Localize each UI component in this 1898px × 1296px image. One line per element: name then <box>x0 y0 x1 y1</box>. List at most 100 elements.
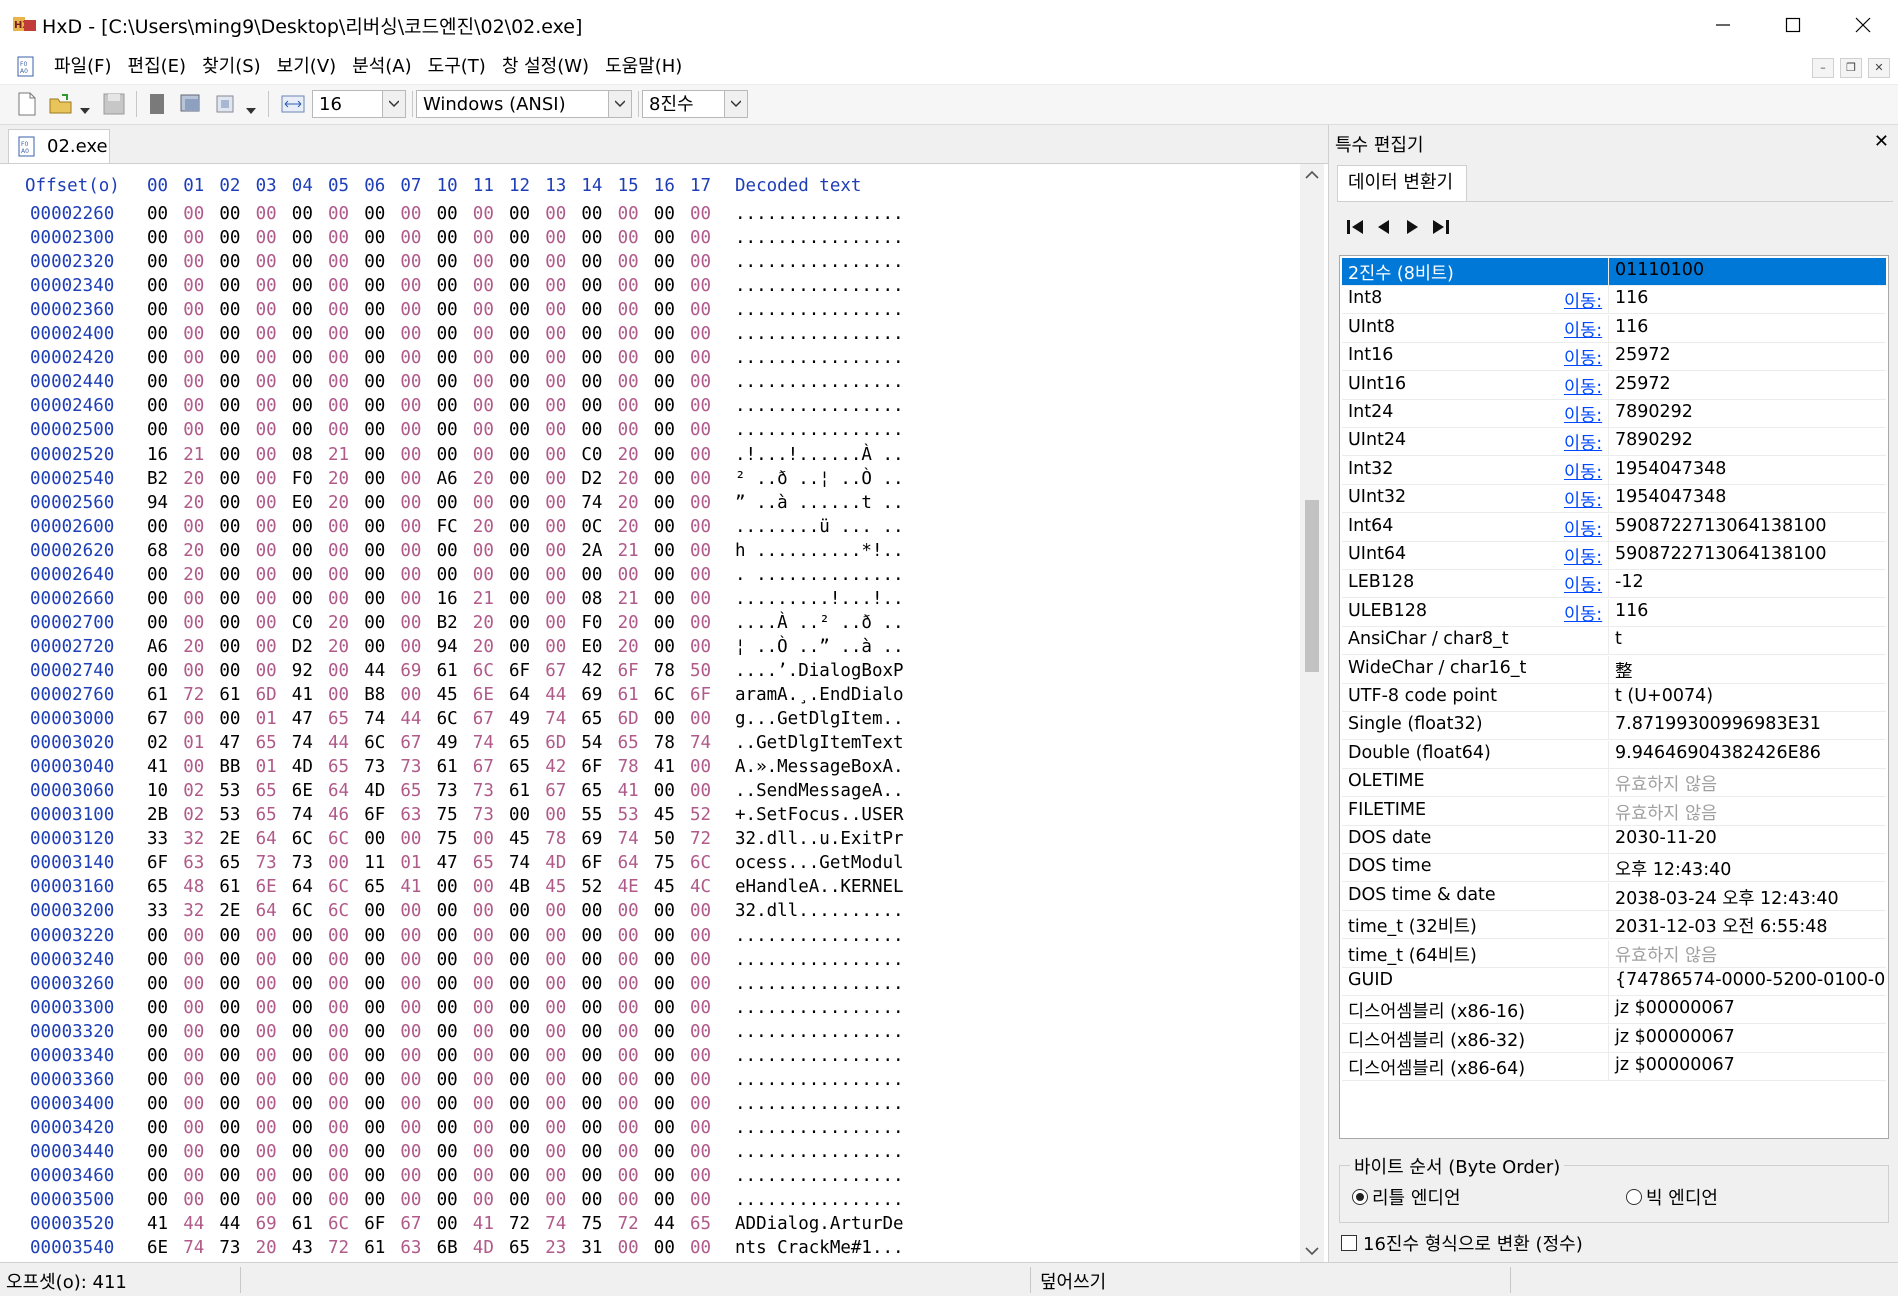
hex-byte[interactable]: 65 <box>509 757 530 777</box>
decoded-text[interactable]: ................ <box>735 1070 904 1090</box>
hex-byte[interactable]: 00 <box>473 950 494 970</box>
goto-link[interactable]: 이동: <box>1564 601 1602 626</box>
hex-byte[interactable]: 00 <box>328 420 349 440</box>
hex-row[interactable]: 00002500 00 00 00 00 00 00 00 00 00 00 00 00 00 00 00 00… <box>0 420 1300 444</box>
previous-icon[interactable] <box>1371 215 1397 239</box>
goto-link[interactable]: 이동: <box>1564 402 1602 427</box>
hex-byte[interactable]: BB <box>219 757 240 777</box>
hex-byte[interactable]: 74 <box>473 733 494 753</box>
inspector-value[interactable]: 1954047348 <box>1608 485 1886 513</box>
hex-byte[interactable]: 00 <box>183 1190 204 1210</box>
first-icon[interactable] <box>1343 215 1369 239</box>
inspector-row[interactable]: time_t (32비트) 2031-12-03 오전 6:55:48 <box>1342 911 1886 940</box>
hex-byte[interactable]: 00 <box>400 204 421 224</box>
inspector-row[interactable]: Single (float32) 7.87199300996983E31 <box>1342 712 1886 741</box>
hex-byte[interactable]: 00 <box>364 926 385 946</box>
hex-byte[interactable]: 00 <box>147 204 168 224</box>
hex-byte[interactable]: 00 <box>147 974 168 994</box>
hex-byte[interactable]: 00 <box>256 974 277 994</box>
hex-byte[interactable]: 00 <box>256 372 277 392</box>
scroll-up-icon[interactable] <box>1305 170 1319 180</box>
hex-byte[interactable]: 00 <box>509 926 530 946</box>
hex-byte[interactable]: 00 <box>654 541 675 561</box>
hex-byte[interactable]: 6F <box>509 661 530 681</box>
hex-byte[interactable]: 00 <box>400 252 421 272</box>
hex-byte[interactable]: 00 <box>147 324 168 344</box>
hex-byte[interactable]: 00 <box>256 589 277 609</box>
hex-byte[interactable]: 00 <box>400 300 421 320</box>
hex-byte[interactable]: 64 <box>292 877 313 897</box>
decoded-text[interactable]: ................ <box>735 348 904 368</box>
hex-byte[interactable]: 00 <box>400 1190 421 1210</box>
hex-byte[interactable]: 45 <box>545 877 566 897</box>
hex-row[interactable]: 00003100 2B 02 53 65 74 46 6F 63 75 73 00 00 55 53 45 52… <box>0 805 1300 829</box>
hex-byte[interactable]: 00 <box>328 204 349 224</box>
hex-byte[interactable]: 2A <box>581 541 602 561</box>
hex-byte[interactable]: 65 <box>256 733 277 753</box>
hex-byte[interactable]: 00 <box>654 1142 675 1162</box>
save-icon[interactable] <box>102 91 126 117</box>
hex-byte[interactable]: 67 <box>545 661 566 681</box>
inspector-row[interactable]: OLETIME 유효하지 않음 <box>1342 769 1886 798</box>
hex-byte[interactable]: 00 <box>581 901 602 921</box>
inspector-row[interactable]: Int64 이동: 5908722713064138100 <box>1342 513 1886 542</box>
hex-byte[interactable]: 00 <box>545 517 566 537</box>
hex-byte[interactable]: 73 <box>364 757 385 777</box>
hex-byte[interactable]: 00 <box>256 396 277 416</box>
hex-byte[interactable]: 00 <box>437 228 458 248</box>
hex-row[interactable]: 00002560 94 20 00 00 E0 20 00 00 00 00 00 00 74 20 00 00… <box>0 493 1300 517</box>
hex-byte[interactable]: 00 <box>437 204 458 224</box>
hex-row[interactable]: 00002400 00 00 00 00 00 00 00 00 00 00 00 00 00 00 00 00… <box>0 324 1300 348</box>
hex-byte[interactable]: 00 <box>328 324 349 344</box>
hex-byte[interactable]: 78 <box>618 757 639 777</box>
hex-byte[interactable]: 74 <box>545 709 566 729</box>
decoded-text[interactable]: 32.dll.......... <box>735 901 904 921</box>
hex-byte[interactable]: 00 <box>690 469 711 489</box>
goto-link[interactable]: 이동: <box>1564 459 1602 484</box>
hex-byte[interactable]: 00 <box>219 396 240 416</box>
hex-byte[interactable]: 00 <box>509 541 530 561</box>
hex-row[interactable]: 00002720 A6 20 00 00 D2 20 00 00 94 20 00 00 E0 20 00 00… <box>0 637 1300 661</box>
hex-byte[interactable]: 6D <box>618 709 639 729</box>
vertical-scrollbar[interactable] <box>1300 164 1324 1262</box>
hex-byte[interactable]: 67 <box>545 781 566 801</box>
hex-byte[interactable]: 00 <box>690 1070 711 1090</box>
hex-row[interactable]: 00003500 00 00 00 00 00 00 00 00 00 00 00 00 00 00 00 00… <box>0 1190 1300 1214</box>
hex-byte[interactable]: 00 <box>292 372 313 392</box>
hex-byte[interactable]: 47 <box>219 733 240 753</box>
decoded-text[interactable]: ................ <box>735 1022 904 1042</box>
hex-byte[interactable]: 44 <box>219 1214 240 1234</box>
hex-byte[interactable]: 00 <box>618 1046 639 1066</box>
hex-byte[interactable]: 00 <box>618 1190 639 1210</box>
hex-byte[interactable]: 00 <box>147 661 168 681</box>
hex-byte[interactable]: 00 <box>219 300 240 320</box>
hex-byte[interactable]: 00 <box>618 1094 639 1114</box>
hex-byte[interactable]: 00 <box>654 901 675 921</box>
hex-byte[interactable]: 00 <box>256 493 277 513</box>
hex-byte[interactable]: 00 <box>581 204 602 224</box>
hex-byte[interactable]: 00 <box>183 926 204 946</box>
hex-byte[interactable]: FC <box>437 517 458 537</box>
hex-byte[interactable]: 00 <box>328 372 349 392</box>
hex-byte[interactable]: 00 <box>364 974 385 994</box>
hex-byte[interactable]: 00 <box>183 517 204 537</box>
hex-byte[interactable]: 00 <box>437 1142 458 1162</box>
decoded-text[interactable]: ................ <box>735 276 904 296</box>
hex-byte[interactable]: 00 <box>581 998 602 1018</box>
hex-byte[interactable]: 00 <box>581 1094 602 1114</box>
hex-byte[interactable]: 00 <box>509 1022 530 1042</box>
hex-byte[interactable]: 02 <box>183 805 204 825</box>
hex-row[interactable]: 00003260 00 00 00 00 00 00 00 00 00 00 00 00 00 00 00 00… <box>0 974 1300 998</box>
inspector-row[interactable]: UInt64 이동: 5908722713064138100 <box>1342 542 1886 570</box>
hex-byte[interactable]: 00 <box>219 1142 240 1162</box>
menu-help[interactable]: 도움말(H) <box>597 50 690 84</box>
hex-byte[interactable]: 00 <box>292 589 313 609</box>
hex-byte[interactable]: 00 <box>654 276 675 296</box>
hex-byte[interactable]: 4C <box>690 877 711 897</box>
hex-row[interactable]: 00003520 41 44 44 69 61 6C 6F 67 00 41 72 74 75 72 44 65… <box>0 1214 1300 1238</box>
hex-byte[interactable]: 00 <box>690 950 711 970</box>
hex-byte[interactable]: 00 <box>545 541 566 561</box>
hex-byte[interactable]: 00 <box>292 396 313 416</box>
hex-byte[interactable]: 00 <box>690 974 711 994</box>
hex-byte[interactable]: 00 <box>509 300 530 320</box>
